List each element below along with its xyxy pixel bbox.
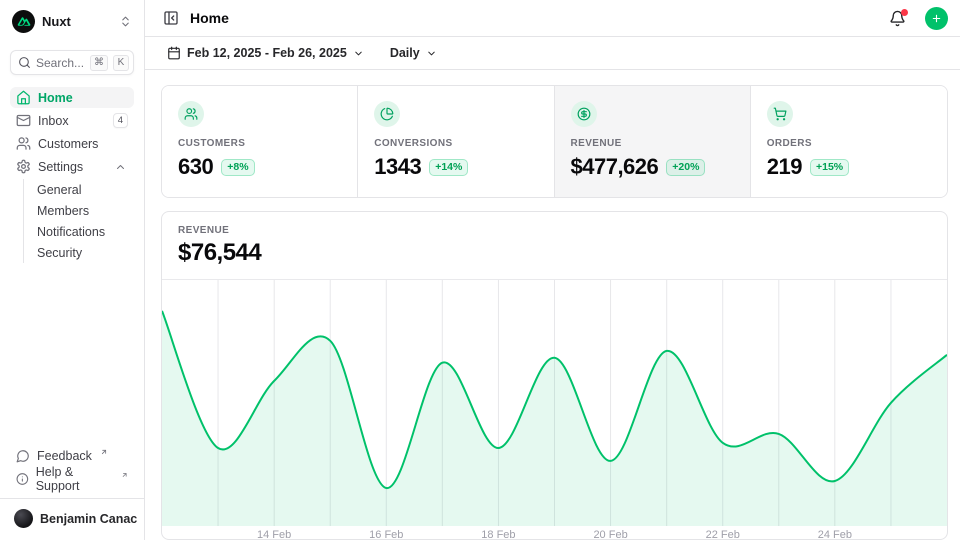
x-axis-tick: 18 Feb	[481, 529, 515, 540]
stat-card-conversions[interactable]: CONVERSIONS 1343 +14%	[358, 86, 554, 197]
stat-label: REVENUE	[571, 138, 734, 149]
stat-label: CUSTOMERS	[178, 138, 341, 149]
x-axis-tick: 22 Feb	[706, 529, 740, 540]
notifications-button[interactable]	[889, 10, 906, 27]
sidebar-item-security[interactable]: Security	[24, 242, 134, 263]
kbd-meta: ⌘	[90, 55, 108, 71]
inbox-count-badge: 4	[113, 113, 128, 128]
search-placeholder: Search...	[36, 56, 85, 70]
delta-badge: +15%	[810, 159, 849, 176]
header: Home	[145, 0, 960, 37]
speech-bubble-icon	[16, 449, 30, 463]
workspace-name: Nuxt	[42, 14, 112, 29]
chart-label: REVENUE	[178, 225, 931, 236]
delta-badge: +14%	[429, 159, 468, 176]
sidebar-item-members[interactable]: Members	[24, 200, 134, 221]
sidebar-item-home[interactable]: Home	[10, 87, 134, 108]
filters-toolbar: Feb 12, 2025 - Feb 26, 2025 Daily	[145, 37, 960, 70]
circle-dollar-icon	[577, 107, 591, 121]
workspace-switcher[interactable]: Nuxt	[10, 8, 134, 35]
users-icon	[184, 107, 198, 121]
stat-card-revenue[interactable]: REVENUE $477,626 +20%	[555, 86, 751, 197]
delta-badge: +8%	[221, 159, 254, 176]
avatar	[14, 509, 33, 528]
external-link-icon	[100, 448, 108, 456]
users-icon	[16, 136, 31, 151]
notification-dot	[901, 9, 908, 16]
user-menu[interactable]: Benjamin Canac	[10, 507, 134, 530]
chevron-up-icon	[113, 161, 128, 173]
sidebar: Nuxt Search... ⌘ K Home Inbox 4 Customer…	[0, 0, 145, 540]
x-axis-tick: 14 Feb	[257, 529, 291, 540]
chart-header: REVENUE $76,544	[162, 212, 947, 280]
stat-value: 219	[767, 154, 802, 180]
home-icon	[16, 90, 31, 105]
external-link-icon	[121, 471, 128, 479]
stat-label: CONVERSIONS	[374, 138, 537, 149]
granularity-select[interactable]: Daily	[384, 45, 443, 61]
page-title: Home	[190, 10, 880, 26]
stat-value: 1343	[374, 154, 421, 180]
sidebar-item-settings[interactable]: Settings	[10, 156, 134, 177]
plus-icon	[931, 12, 942, 25]
revenue-chart-card: REVENUE $76,544 14 Feb 16 Feb 18 Feb 20 Feb…	[161, 211, 948, 540]
x-axis-labels: 14 Feb 16 Feb 18 Feb 20 Feb 22 Feb 24 Feb	[162, 526, 947, 540]
help-support-link[interactable]: Help & Support	[10, 468, 134, 489]
chevron-down-icon	[426, 48, 437, 59]
stat-value: 630	[178, 154, 213, 180]
x-axis-tick: 24 Feb	[818, 529, 852, 540]
feedback-link[interactable]: Feedback	[10, 445, 134, 466]
stat-label: ORDERS	[767, 138, 931, 149]
x-axis-tick: 16 Feb	[369, 529, 403, 540]
sidebar-nav: Home Inbox 4 Customers Settings General …	[10, 87, 134, 263]
chevron-down-icon	[353, 48, 364, 59]
sidebar-item-general[interactable]: General	[24, 179, 134, 200]
panel-left-icon	[163, 10, 179, 26]
chevrons-up-down-icon	[119, 15, 132, 28]
gear-icon	[16, 159, 31, 174]
info-circle-icon	[16, 472, 29, 486]
kbd-k: K	[113, 55, 129, 71]
stat-card-customers[interactable]: CUSTOMERS 630 +8%	[162, 86, 358, 197]
sidebar-item-notifications[interactable]: Notifications	[24, 221, 134, 242]
new-item-button[interactable]	[925, 7, 948, 30]
settings-submenu: General Members Notifications Security	[23, 179, 134, 263]
stats-row: CUSTOMERS 630 +8% CONVERSIONS 1343 +14%	[161, 85, 948, 198]
chart-value: $76,544	[178, 239, 931, 267]
nuxt-logo-icon	[12, 10, 35, 33]
x-axis-tick: 20 Feb	[593, 529, 627, 540]
sidebar-item-customers[interactable]: Customers	[10, 133, 134, 154]
delta-badge: +20%	[666, 159, 705, 176]
app-window: Nuxt Search... ⌘ K Home Inbox 4 Customer…	[0, 0, 960, 540]
divider	[0, 498, 144, 499]
sidebar-item-inbox[interactable]: Inbox 4	[10, 110, 134, 131]
date-range-picker[interactable]: Feb 12, 2025 - Feb 26, 2025	[161, 45, 370, 61]
chart-plot-area: 14 Feb 16 Feb 18 Feb 20 Feb 22 Feb 24 Feb	[162, 280, 947, 540]
main-panel: Home Feb 12, 2025 - Feb 26, 2025 Daily	[145, 0, 960, 540]
sidebar-collapse-button[interactable]	[161, 8, 181, 28]
stat-value: $477,626	[571, 154, 659, 180]
revenue-area-chart[interactable]	[162, 280, 947, 526]
inbox-icon	[16, 113, 31, 128]
sidebar-footer: Feedback Help & Support Benjamin Canac	[10, 445, 134, 530]
chart-pie-icon	[380, 107, 394, 121]
calendar-icon	[167, 46, 181, 60]
stat-card-orders[interactable]: ORDERS 219 +15%	[751, 86, 947, 197]
dashboard-content: CUSTOMERS 630 +8% CONVERSIONS 1343 +14%	[145, 70, 960, 540]
shopping-cart-icon	[773, 107, 787, 121]
user-name: Benjamin Canac	[40, 512, 137, 526]
search-input[interactable]: Search... ⌘ K	[10, 50, 134, 75]
search-icon	[18, 56, 31, 69]
